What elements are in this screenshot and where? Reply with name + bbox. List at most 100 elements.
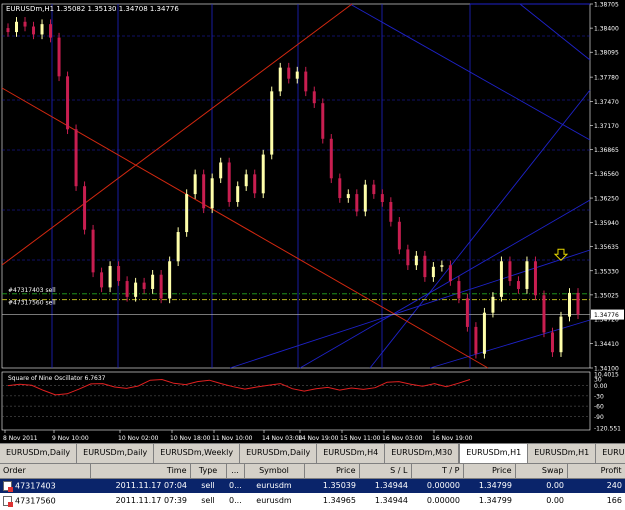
table-row[interactable]: 47317560 2011.11.17 07:39 sell 0... eurusdm 1… xyxy=(0,493,625,508)
orders-col-header-0[interactable]: Order xyxy=(0,464,91,479)
orders-cell-3: 0... xyxy=(229,496,242,505)
candle-body-59 xyxy=(508,261,512,282)
candle-body-14 xyxy=(125,281,129,297)
order-id: 47317403 xyxy=(15,481,56,491)
gann-blue-line-3 xyxy=(519,3,591,61)
candle-body-39 xyxy=(338,178,342,199)
x-tick-label-5: 14 Nov 03:00 xyxy=(262,435,303,442)
chart-tab-3[interactable]: EURUSDm,Daily xyxy=(240,444,318,463)
orders-cell-8: 1.34799 xyxy=(463,478,515,493)
orders-cell-2: sell xyxy=(201,496,215,505)
orders-col-header-5[interactable]: Price xyxy=(304,464,360,479)
chart-tab-8[interactable]: EURUS xyxy=(596,444,625,463)
y-tick-label-3: 1.37780 xyxy=(594,75,619,82)
candle-body-62 xyxy=(533,261,537,296)
order-label-1: #47317560 sell xyxy=(8,300,56,307)
y-tick-label-2: 1.38095 xyxy=(594,50,619,57)
candle-body-40 xyxy=(346,194,350,199)
candle-body-34 xyxy=(295,71,299,79)
orders-col-header-9[interactable]: Swap xyxy=(515,464,568,479)
candle-body-67 xyxy=(576,292,580,315)
candle-body-25 xyxy=(219,162,223,179)
chart-tab-7[interactable]: EURUSDm,H1 xyxy=(528,444,597,463)
y-tick-label-11: 1.35330 xyxy=(594,268,619,275)
chart-tab-0[interactable]: EURUSDm,Daily xyxy=(0,444,78,463)
candle-body-60 xyxy=(516,281,520,289)
candle-body-53 xyxy=(457,281,461,299)
orders-col-header-2[interactable]: Type xyxy=(190,464,227,479)
candle-body-21 xyxy=(185,194,189,233)
gann-blue-line-4 xyxy=(429,319,591,369)
candle-body-46 xyxy=(397,221,401,250)
candle-body-9 xyxy=(83,186,87,230)
orders-col-header-1[interactable]: Time xyxy=(90,464,191,479)
candle-body-61 xyxy=(525,261,529,289)
candle-body-27 xyxy=(236,186,240,203)
candle-body-20 xyxy=(176,232,180,262)
orders-cell-7: 0.00000 xyxy=(426,496,460,505)
orders-col-header-3[interactable]: ... xyxy=(226,464,245,479)
osc-y-tick-5: -90 xyxy=(594,414,604,421)
candle-body-15 xyxy=(134,282,138,297)
y-tick-label-7: 1.36560 xyxy=(594,171,619,178)
osc-y-tick-3: -30 xyxy=(594,393,604,400)
candle-body-6 xyxy=(57,37,61,77)
orders-cell-4: eurusdm xyxy=(244,478,304,493)
candle-body-58 xyxy=(499,261,503,297)
candle-body-56 xyxy=(482,312,486,354)
x-tick-label-2: 10 Nov 02:00 xyxy=(118,435,159,442)
candle-body-45 xyxy=(389,202,393,222)
orders-col-header-10[interactable]: Profit xyxy=(567,464,625,479)
orders-col-header-7[interactable]: T / P xyxy=(411,464,464,479)
y-tick-label-5: 1.37170 xyxy=(594,123,619,130)
candle-body-30 xyxy=(261,154,265,194)
y-tick-label-8: 1.36250 xyxy=(594,196,619,203)
x-tick-label-3: 10 Nov 18:00 xyxy=(170,435,211,442)
candle-body-36 xyxy=(312,91,316,104)
y-tick-label-0: 1.38705 xyxy=(594,2,619,9)
candle-body-13 xyxy=(117,266,121,282)
orders-cell-6: 1.34944 xyxy=(374,496,408,505)
candle-body-24 xyxy=(210,178,214,209)
candle-body-31 xyxy=(270,91,274,155)
orders-col-header-6[interactable]: S / L xyxy=(359,464,412,479)
y-tick-label-14: 1.34410 xyxy=(594,341,619,348)
y-tick-label-12: 1.35025 xyxy=(594,292,619,299)
x-tick-label-7: 15 Nov 11:00 xyxy=(340,435,381,442)
candle-body-23 xyxy=(202,174,206,209)
orders-cell-7: 0.00000 xyxy=(411,478,463,493)
candle-body-0 xyxy=(6,28,10,33)
orders-col-header-8[interactable]: Price xyxy=(463,464,516,479)
price-chart[interactable]: #47317403 sell #47317560 sell 1.38705 1.384… xyxy=(0,0,625,443)
orders-cell-0: 47317403 xyxy=(0,478,90,493)
chart-tab-2[interactable]: EURUSDm,Weekly xyxy=(154,444,241,463)
chart-tab-6[interactable]: EURUSDm,H1 xyxy=(459,444,529,463)
chart-tab-4[interactable]: EURUSDm,H4 xyxy=(317,444,386,463)
candle-body-35 xyxy=(304,71,308,92)
candle-body-57 xyxy=(491,296,495,313)
chart-tab-1[interactable]: EURUSDm,Daily xyxy=(77,444,155,463)
candle-body-52 xyxy=(448,265,452,282)
orders-col-header-4[interactable]: Symbol xyxy=(244,464,305,479)
candle-body-17 xyxy=(151,274,155,289)
gann-blue-line-2 xyxy=(369,89,591,369)
chart-canvas[interactable]: #47317403 sell #47317560 sell 1.38705 1.384… xyxy=(0,0,625,443)
y-tick-label-1: 1.38400 xyxy=(594,26,619,33)
candle-body-51 xyxy=(440,265,444,267)
current-price-label: 1.34776 xyxy=(594,312,619,319)
order-sell-icon xyxy=(3,495,13,507)
x-tick-label-9: 16 Nov 19:00 xyxy=(432,435,473,442)
candle-body-26 xyxy=(227,162,231,203)
candle-body-7 xyxy=(66,76,70,130)
chart-tab-5[interactable]: EURUSDm,M30 xyxy=(385,444,460,463)
x-tick-label-8: 16 Nov 03:00 xyxy=(382,435,423,442)
chart-header: EURUSDm,H1 1.35082 1.35130 1.34708 1.347… xyxy=(6,5,179,13)
terminal-window: #47317403 sell #47317560 sell 1.38705 1.384… xyxy=(0,0,625,510)
table-row[interactable]: 47317403 2011.11.17 07:04 sell 0... eurusdm 1… xyxy=(0,478,625,493)
orders-cell-9: 0.00 xyxy=(546,496,564,505)
candle-body-63 xyxy=(542,295,546,333)
osc-y-tick-4: -60 xyxy=(594,404,604,411)
osc-y-tick-6: -120.551 xyxy=(594,426,621,433)
candle-body-28 xyxy=(244,174,248,187)
orders-cell-0: 47317560 xyxy=(0,493,90,508)
